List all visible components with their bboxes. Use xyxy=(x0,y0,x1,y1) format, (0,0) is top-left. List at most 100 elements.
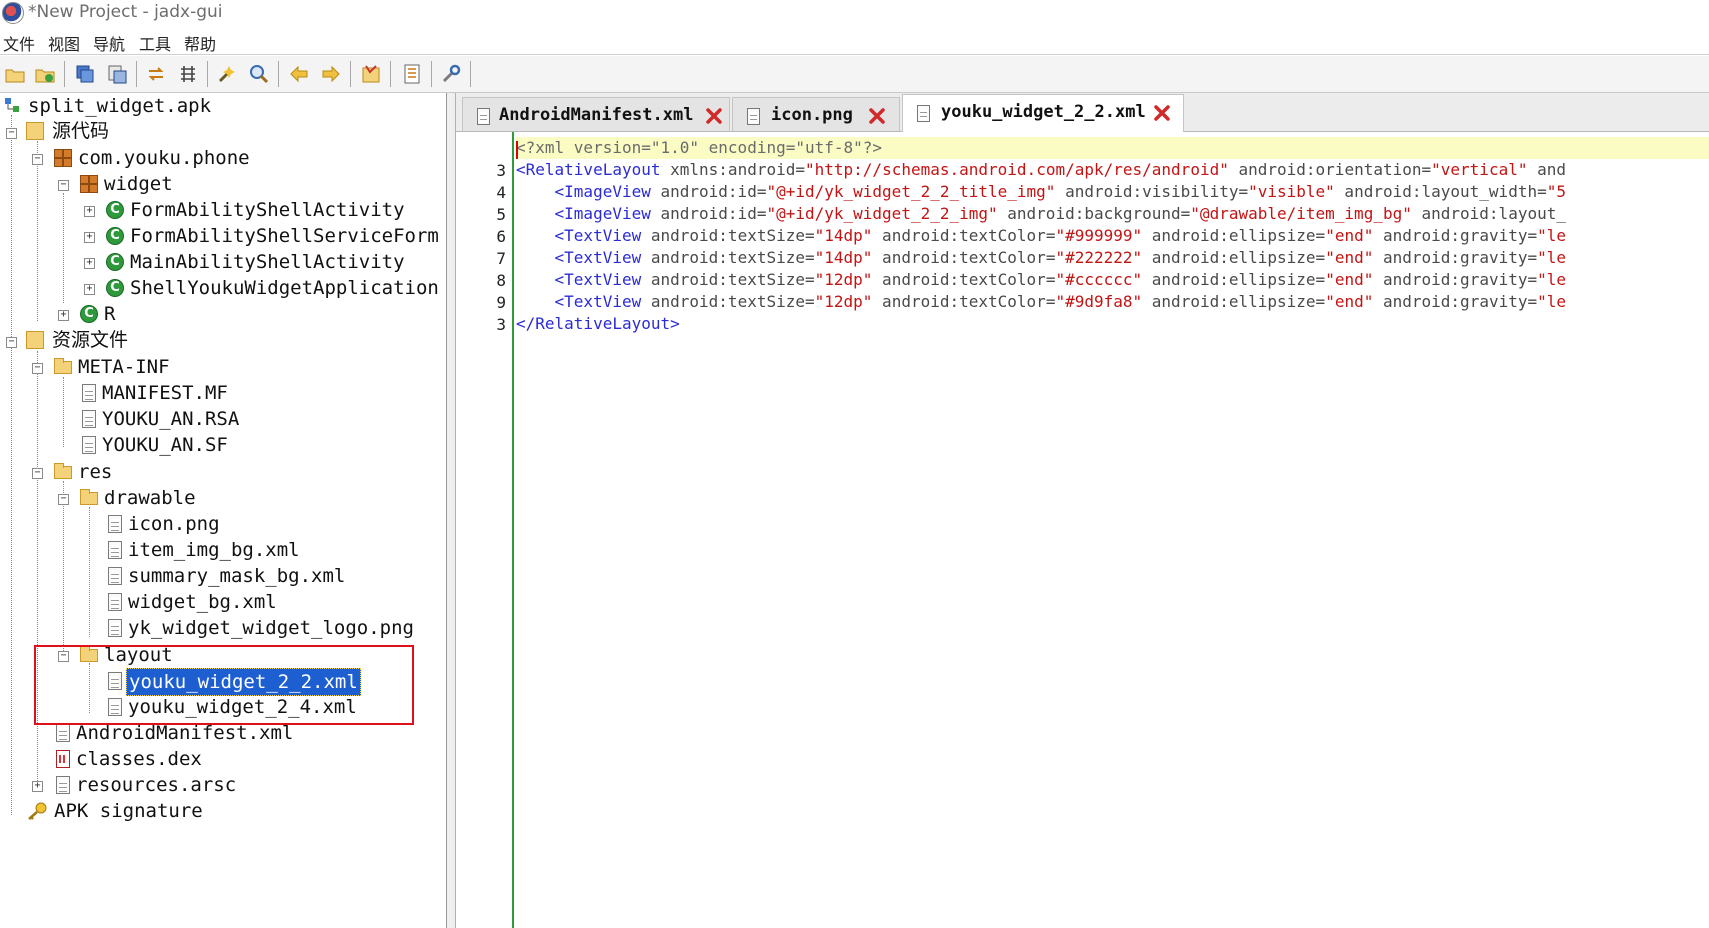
log-viewer-icon[interactable] xyxy=(360,63,382,85)
collapse-toggle[interactable]: − xyxy=(32,468,43,479)
tree-guide xyxy=(63,193,64,303)
tree-item-label: widget xyxy=(104,173,173,195)
open-file-icon[interactable] xyxy=(4,63,26,85)
collapse-toggle[interactable]: − xyxy=(6,128,17,139)
tree-item-label: item_img_bg.xml xyxy=(128,539,300,561)
back-icon[interactable] xyxy=(288,63,310,85)
xml-value: "12dp" xyxy=(814,292,873,311)
tree-item-file[interactable]: item_img_bg.xml xyxy=(108,537,302,563)
sync-icon[interactable] xyxy=(145,63,167,85)
flatten-packages-icon[interactable] xyxy=(177,63,199,85)
collapse-toggle[interactable]: − xyxy=(32,154,43,165)
toolbar xyxy=(0,56,1709,93)
tree-item-file[interactable]: YOUKU_AN.SF xyxy=(82,432,230,458)
collapse-toggle[interactable]: − xyxy=(32,363,43,374)
tree-item-drawable[interactable]: drawable xyxy=(80,485,198,511)
xml-tag: <RelativeLayout xyxy=(516,160,661,179)
class-icon: C xyxy=(80,305,98,323)
tree-item-arsc[interactable]: resources.arsc xyxy=(56,772,238,798)
tree-item-source[interactable]: 源代码 xyxy=(26,118,111,144)
tree-item-meta-inf[interactable]: META-INF xyxy=(54,354,172,380)
expand-toggle[interactable]: + xyxy=(84,284,95,295)
tree-item-file[interactable]: summary_mask_bg.xml xyxy=(108,563,347,589)
xml-attr: xmlns:android= xyxy=(660,160,805,179)
menu-file[interactable]: 文件 xyxy=(3,31,35,55)
xml-attr: android:gravity= xyxy=(1373,270,1538,289)
close-tab-icon[interactable] xyxy=(1153,104,1171,122)
tree-item-label: YOUKU_AN.SF xyxy=(102,434,228,456)
menu-navigate[interactable]: 导航 xyxy=(93,31,125,55)
tree-item-file[interactable]: icon.png xyxy=(108,511,222,537)
deobfuscation-icon[interactable] xyxy=(216,63,238,85)
text-cursor xyxy=(516,141,518,159)
code-line: <TextView android:textSize="12dp" androi… xyxy=(516,291,1567,313)
tree-guide xyxy=(11,115,12,815)
tree-item-label: widget_bg.xml xyxy=(128,591,277,613)
tree-item-file[interactable]: widget_bg.xml xyxy=(108,589,279,615)
close-tab-icon[interactable] xyxy=(868,107,886,125)
toolbar-separator xyxy=(470,61,471,87)
tree-item-root[interactable]: split_widget.apk xyxy=(4,93,213,119)
package-icon xyxy=(80,175,98,193)
xml-declaration: <?xml version="1.0" encoding="utf-8"?> xyxy=(516,138,883,157)
collapse-toggle[interactable]: − xyxy=(6,337,17,348)
tree-item-label: FormAbilityShellServiceForm xyxy=(130,225,439,247)
collapse-toggle[interactable]: − xyxy=(58,180,69,191)
expand-toggle[interactable]: + xyxy=(84,258,95,269)
tree-item-class[interactable]: C FormAbilityShellActivity xyxy=(106,197,407,223)
export-icon[interactable] xyxy=(106,63,128,85)
preferences-icon[interactable] xyxy=(401,63,423,85)
save-all-icon[interactable] xyxy=(74,63,96,85)
tab-icon-png[interactable]: icon.png xyxy=(732,97,900,131)
splitter-handle[interactable] xyxy=(447,93,456,928)
tree-item-r-class[interactable]: C R xyxy=(80,301,117,327)
add-files-icon[interactable] xyxy=(34,63,56,85)
tree-item-label: yk_widget_widget_logo.png xyxy=(128,617,414,639)
menu-help[interactable]: 帮助 xyxy=(184,31,216,55)
tree-item-class[interactable]: C MainAbilityShellActivity xyxy=(106,249,407,275)
resources-folder-icon xyxy=(26,331,44,349)
xml-tag: <TextView xyxy=(554,226,642,245)
tree-guide xyxy=(89,507,90,637)
tree-item-label: 资源文件 xyxy=(52,329,129,351)
close-tab-icon[interactable] xyxy=(705,107,723,125)
expand-toggle[interactable]: + xyxy=(58,310,69,321)
file-icon xyxy=(108,567,122,585)
tree-item-widget-package[interactable]: widget xyxy=(80,171,175,197)
xml-value: "end" xyxy=(1325,226,1374,245)
collapse-toggle[interactable]: − xyxy=(58,494,69,505)
forward-icon[interactable] xyxy=(320,63,342,85)
settings-icon[interactable] xyxy=(440,63,462,85)
folder-icon xyxy=(80,489,98,505)
xml-value: "14dp" xyxy=(814,226,873,245)
tree-item-res[interactable]: res xyxy=(54,459,114,485)
code-editor[interactable]: 3 4 5 6 7 8 9 3 <?xml version="1.0" enco… xyxy=(456,132,1709,928)
xml-value: "#999999" xyxy=(1055,226,1143,245)
tree-item-signature[interactable]: APK signature xyxy=(26,798,205,824)
tree-item-class[interactable]: C ShellYoukuWidgetApplication xyxy=(106,275,441,301)
xml-attr: android:textColor= xyxy=(872,226,1056,245)
tree-item-file[interactable]: yk_widget_widget_logo.png xyxy=(108,615,416,641)
tab-youku-widget-2-2[interactable]: youku_widget_2_2.xml xyxy=(902,94,1184,132)
apk-root-icon xyxy=(5,98,19,112)
menu-tools[interactable]: 工具 xyxy=(139,31,171,55)
tree-item-resources[interactable]: 资源文件 xyxy=(26,327,130,353)
tab-android-manifest[interactable]: AndroidManifest.xml xyxy=(462,97,730,131)
tree-item-package[interactable]: com.youku.phone xyxy=(54,145,252,171)
menu-bar: 文件 视图 导航 工具 帮助 xyxy=(0,28,1709,55)
tree-item-file[interactable]: MANIFEST.MF xyxy=(82,380,230,406)
tree-item-file[interactable]: YOUKU_AN.RSA xyxy=(82,406,241,432)
tree-item-class[interactable]: C FormAbilityShellServiceForm xyxy=(106,223,441,249)
menu-view[interactable]: 视图 xyxy=(48,31,80,55)
folder-icon xyxy=(54,463,72,479)
tree-item-label: APK signature xyxy=(54,800,203,822)
line-number: 3 xyxy=(496,315,506,334)
expand-toggle[interactable]: + xyxy=(32,781,43,792)
search-icon[interactable] xyxy=(248,63,270,85)
expand-toggle[interactable]: + xyxy=(84,206,95,217)
expand-toggle[interactable]: + xyxy=(84,232,95,243)
file-icon xyxy=(108,515,122,533)
tree-item-dex[interactable]: classes.dex xyxy=(56,746,204,772)
